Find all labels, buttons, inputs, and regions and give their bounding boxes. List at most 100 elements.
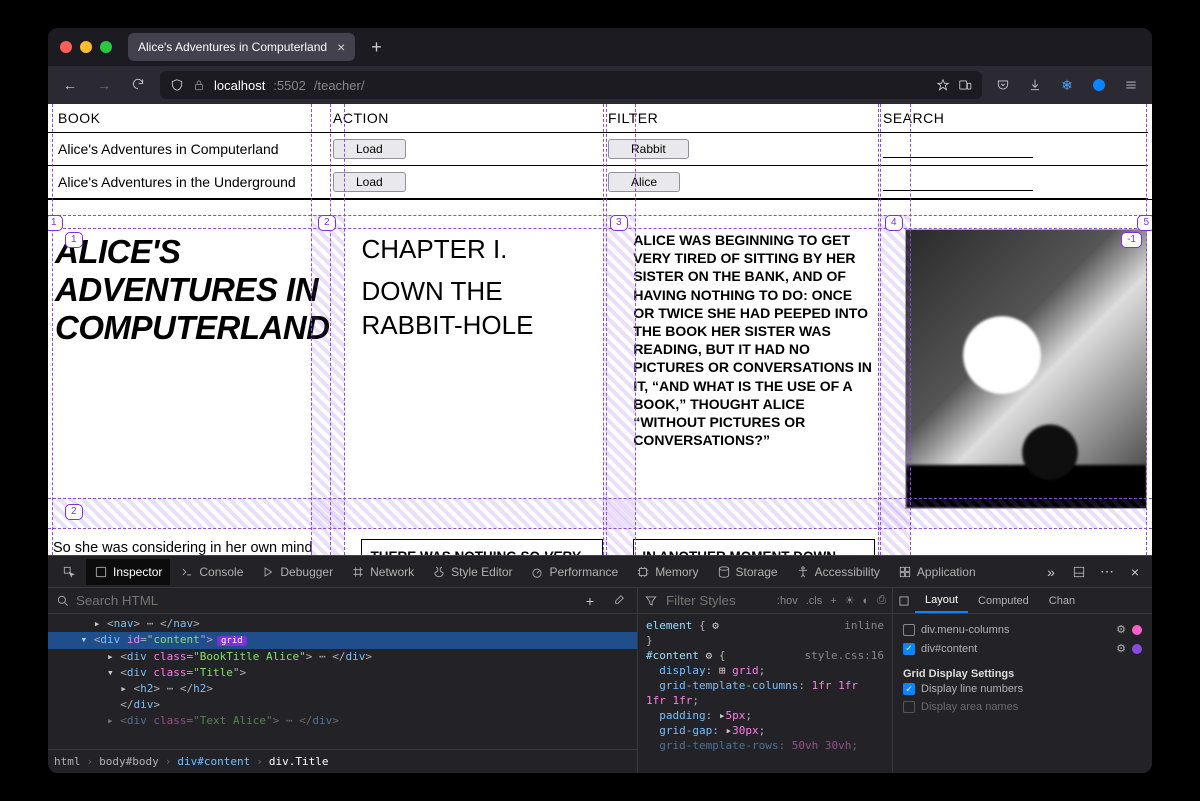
light-scheme-icon[interactable]: ☀ bbox=[845, 594, 855, 607]
tree-row-selected[interactable]: ▾ <div id="content">grid bbox=[48, 632, 637, 649]
devtools-overflow-icon[interactable]: » bbox=[1040, 561, 1062, 583]
forward-button[interactable]: → bbox=[92, 77, 116, 93]
load-button[interactable]: Load bbox=[333, 172, 406, 192]
browser-window: Alice's Adventures in Computerland × + ←… bbox=[48, 28, 1152, 773]
action-cell: Load bbox=[323, 166, 598, 199]
filter-button[interactable]: Rabbit bbox=[608, 139, 689, 159]
styles-filter-input[interactable] bbox=[666, 593, 736, 608]
devtools-tab-memory[interactable]: Memory bbox=[628, 559, 706, 585]
load-button[interactable]: Load bbox=[333, 139, 406, 159]
color-swatch[interactable] bbox=[1132, 625, 1142, 635]
downloads-icon[interactable] bbox=[1024, 74, 1046, 96]
css-rules[interactable]: element { ⚙ inline } #content ⚙ {style.c… bbox=[638, 614, 892, 773]
col-header-book: BOOK bbox=[48, 104, 323, 133]
color-swatch[interactable] bbox=[1132, 644, 1142, 654]
extension-icon[interactable]: ❄ bbox=[1056, 74, 1078, 96]
devtools-tab-accessibility[interactable]: Accessibility bbox=[788, 559, 888, 585]
content-grid: ALICE'S ADVENTURES IN COMPUTERLAND CHAPT… bbox=[48, 224, 1152, 555]
checkbox-icon[interactable]: ✓ bbox=[903, 683, 915, 695]
pseudo-hov-toggle[interactable]: :hov bbox=[777, 595, 798, 607]
grid-line-badge: -1 bbox=[1121, 232, 1142, 248]
grid-line-badge: 3 bbox=[610, 215, 628, 231]
dom-tree[interactable]: ▸ <nav> ⋯ </nav> ▾ <div id="content">gri… bbox=[48, 614, 637, 749]
setting-item[interactable]: Display area names bbox=[903, 698, 1142, 716]
col-header-filter: FILTER bbox=[598, 104, 873, 133]
lock-icon bbox=[192, 78, 206, 92]
empty-cell bbox=[905, 539, 1147, 555]
new-tab-button[interactable]: + bbox=[363, 35, 390, 60]
layout-tab-layout[interactable]: Layout bbox=[915, 589, 968, 613]
book-title: ALICE'S ADVENTURES IN COMPUTERLAND bbox=[53, 229, 331, 509]
close-window-button[interactable] bbox=[60, 41, 72, 53]
search-input[interactable] bbox=[883, 173, 1033, 191]
grid-overlay-list: div.menu-columns ⚙ ✓ div#content ⚙ Grid … bbox=[893, 614, 1152, 773]
text-card: THERE WAS NOTHING SO VERY REMARKABLE IN … bbox=[361, 539, 603, 555]
tree-row[interactable]: ▸ <h2> ⋯ </h2> bbox=[48, 681, 637, 697]
chapter-heading-block: CHAPTER I. DOWN THE RABBIT-HOLE bbox=[361, 229, 603, 509]
grid-overlay-item[interactable]: div.menu-columns ⚙ bbox=[903, 620, 1142, 639]
filter-icon bbox=[644, 594, 658, 608]
breadcrumb[interactable]: html› body#body› div#content› div.Title bbox=[48, 749, 637, 773]
tree-row[interactable]: ▸ <div class="BookTitle Alice"> ⋯ </div> bbox=[48, 649, 637, 665]
devtools-tab-debugger[interactable]: Debugger bbox=[253, 559, 341, 585]
bookmark-icon[interactable] bbox=[936, 78, 950, 92]
devtools-tab-inspector[interactable]: Inspector bbox=[86, 559, 170, 585]
maximize-window-button[interactable] bbox=[100, 41, 112, 53]
back-button[interactable]: ← bbox=[58, 77, 82, 93]
close-tab-icon[interactable]: × bbox=[337, 39, 345, 55]
filter-cell: Alice bbox=[598, 166, 873, 199]
url-bar[interactable]: localhost:5502/teacher/ bbox=[160, 71, 982, 99]
filter-button[interactable]: Alice bbox=[608, 172, 680, 192]
layout-back-icon[interactable] bbox=[893, 590, 915, 612]
layout-tab-changes[interactable]: Chan bbox=[1039, 590, 1085, 612]
tree-row[interactable]: ▸ <nav> ⋯ </nav> bbox=[48, 616, 637, 632]
checkbox-icon[interactable] bbox=[903, 624, 915, 636]
menu-icon[interactable] bbox=[1120, 74, 1142, 96]
tree-row[interactable]: ▸ <div class="Text Alice"> ⋯ </div> bbox=[48, 713, 637, 729]
checkbox-icon[interactable]: ✓ bbox=[903, 643, 915, 655]
responsive-design-icon[interactable] bbox=[958, 78, 972, 92]
devtools-tabbar: Inspector Console Debugger Network Style… bbox=[48, 556, 1152, 588]
tree-row[interactable]: </div> bbox=[48, 697, 637, 713]
search-input[interactable] bbox=[883, 140, 1033, 158]
devtools-close-icon[interactable]: × bbox=[1124, 561, 1146, 583]
grid-overlay-item[interactable]: ✓ div#content ⚙ bbox=[903, 639, 1142, 658]
grid-line-badge: 1 bbox=[65, 232, 83, 248]
layout-tabs: Layout Computed Chan bbox=[893, 588, 1152, 614]
search-cell bbox=[873, 166, 1148, 199]
devtools-tab-console[interactable]: Console bbox=[172, 559, 251, 585]
devtools-tab-application[interactable]: Application bbox=[890, 559, 984, 585]
devtools-tab-network[interactable]: Network bbox=[343, 559, 422, 585]
element-picker-button[interactable] bbox=[54, 559, 84, 585]
text-card: IN ANOTHER MOMENT DOWN WENT ALICE AFTER … bbox=[633, 539, 875, 555]
pocket-icon[interactable] bbox=[992, 74, 1014, 96]
account-icon[interactable] bbox=[1088, 74, 1110, 96]
devtools-dock-icon[interactable] bbox=[1068, 561, 1090, 583]
devtools-tab-performance[interactable]: Performance bbox=[522, 559, 626, 585]
tree-row[interactable]: ▾ <div class="Title"> bbox=[48, 665, 637, 681]
layout-tab-computed[interactable]: Computed bbox=[968, 590, 1039, 612]
illustration-image bbox=[905, 229, 1147, 509]
eyedropper-icon[interactable] bbox=[607, 590, 629, 612]
reload-button[interactable] bbox=[126, 77, 150, 94]
devtools-more-icon[interactable]: ⋯ bbox=[1096, 561, 1118, 583]
devtools-tab-style-editor[interactable]: Style Editor bbox=[424, 559, 520, 585]
devtools-tab-storage[interactable]: Storage bbox=[709, 559, 786, 585]
page-viewport: BOOK ACTION FILTER SEARCH Alice's Advent… bbox=[48, 104, 1152, 555]
browser-tab[interactable]: Alice's Adventures in Computerland × bbox=[128, 33, 355, 61]
checkbox-icon[interactable] bbox=[903, 701, 915, 713]
add-node-icon[interactable]: + bbox=[579, 590, 601, 612]
col-header-search: SEARCH bbox=[873, 104, 1148, 133]
menu-grid: BOOK ACTION FILTER SEARCH Alice's Advent… bbox=[48, 104, 1152, 200]
minimize-window-button[interactable] bbox=[80, 41, 92, 53]
dark-scheme-icon[interactable]: ◐ bbox=[863, 595, 870, 607]
setting-item[interactable]: ✓ Display line numbers bbox=[903, 680, 1142, 698]
cls-toggle[interactable]: .cls bbox=[806, 595, 823, 607]
add-rule-icon[interactable]: + bbox=[830, 595, 836, 607]
print-media-icon[interactable]: ⎙ bbox=[877, 594, 886, 607]
dom-search-input[interactable] bbox=[76, 593, 322, 608]
grid-line-badge: 5 bbox=[1137, 215, 1152, 231]
col-header-action: ACTION bbox=[323, 104, 598, 133]
window-controls bbox=[60, 41, 112, 53]
grid-line-badge: 1 bbox=[48, 215, 63, 231]
